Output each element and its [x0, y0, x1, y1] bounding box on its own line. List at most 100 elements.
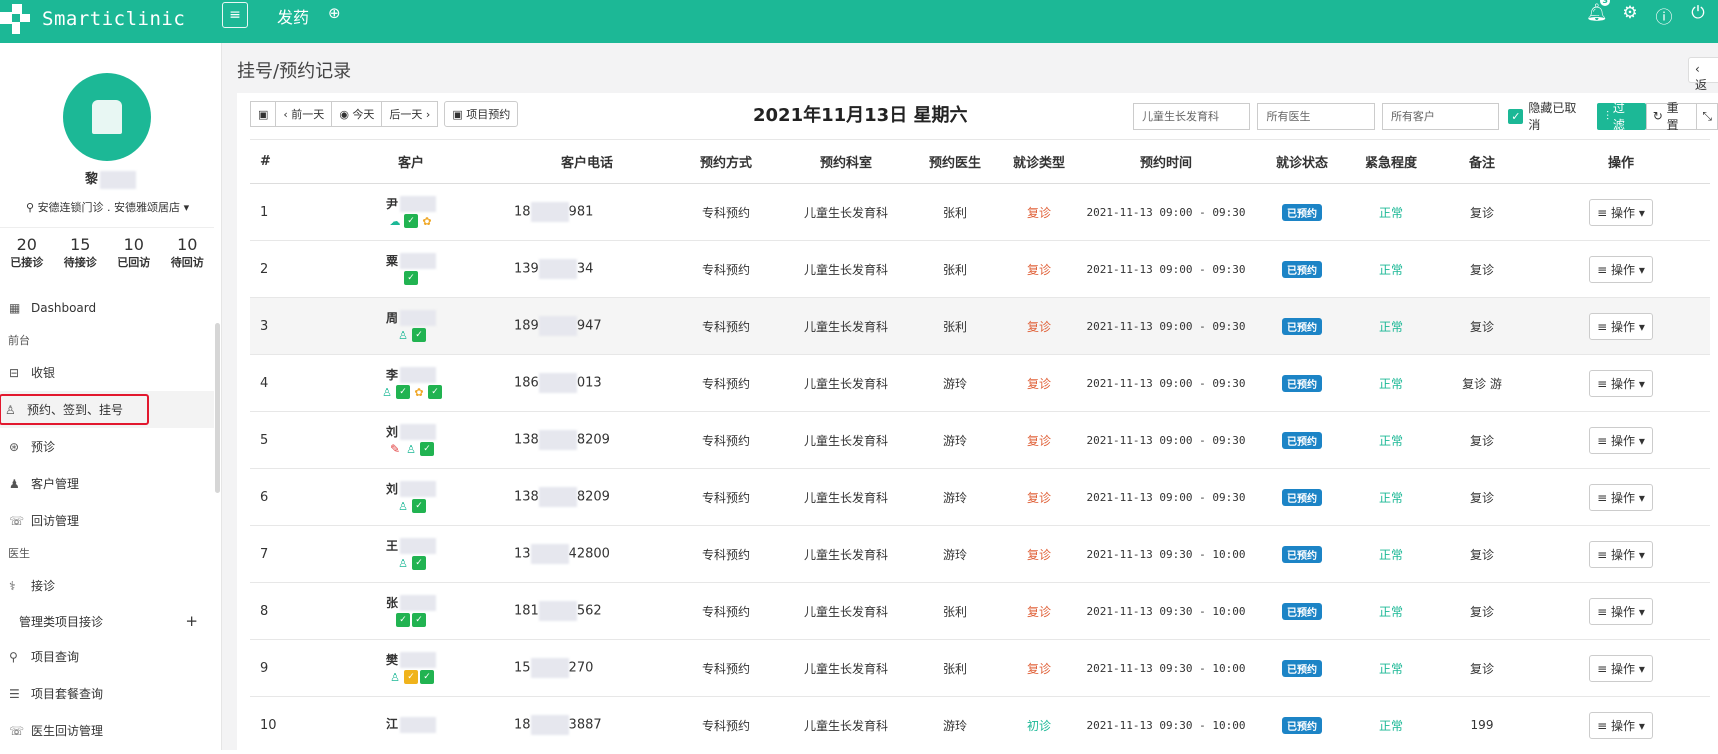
nav-item[interactable]: ⚕ 接诊 — [0, 567, 214, 604]
add-tab-button[interactable]: ⊕ — [328, 4, 341, 22]
table-row[interactable]: 5 刘 ✎ ♙ ✓ 138 8209 专科预约 儿童生长发育科 游玲 复诊 2021-1… — [250, 411, 1710, 469]
table-row[interactable]: 2 粟 ✓ 139 34 专科预约 儿童生长发育科 张利 复诊 2021-11-13… — [250, 240, 1710, 298]
status-badge: 已预约 — [1282, 545, 1322, 563]
expand-button[interactable]: ⤡ — [1697, 102, 1718, 130]
filter-bar: 儿童生长发育科 所有医生 所有客户 ✓ 隐藏已取消 ⫶ 过滤 ↻ 重置 ⤡ — [1133, 99, 1718, 133]
table-row[interactable]: 3 周 ♙ ✓ 189 947 专科预约 儿童生长发育科 张利 复诊 2021-11-… — [250, 297, 1710, 355]
column-header[interactable]: 客户 — [318, 139, 504, 184]
filter-button[interactable]: ⫶ 过滤 — [1597, 101, 1646, 132]
nav-item-active[interactable]: ♙ 预约、签到、挂号 — [0, 391, 214, 428]
today-button[interactable]: ◉ 今天 — [332, 101, 383, 127]
visit-status-cell: 已预约 — [1254, 297, 1350, 355]
calendar-icon: ▣ — [258, 107, 269, 121]
nav-item[interactable]: ⚲ 项目查询 — [0, 638, 214, 675]
table-row[interactable]: 1 尹 ☁ ✓ ✿ 18 981 专科预约 儿童生长发育科 张利 复诊 2021-11-… — [250, 183, 1710, 241]
column-header[interactable]: # — [250, 139, 318, 184]
row-action-dropdown[interactable]: ≡ 操作 ▾ — [1589, 540, 1653, 568]
project-appointment-label: 项目预约 — [466, 108, 511, 121]
appointment-time: 2021-11-13 09:00 - 09:30 — [1078, 297, 1254, 355]
reset-button[interactable]: ↻ 重置 — [1645, 101, 1698, 132]
column-header[interactable]: 紧急程度 — [1350, 139, 1432, 184]
visit-status-cell: 已预约 — [1254, 468, 1350, 526]
row-action-dropdown[interactable]: ≡ 操作 ▾ — [1589, 654, 1653, 682]
phone-suffix: 013 — [576, 375, 602, 391]
next-day-button[interactable]: 后一天 › — [382, 101, 439, 127]
app-logo[interactable]: Smarticlinic — [0, 4, 185, 34]
nav-item[interactable]: ⊛ 预诊 — [0, 428, 214, 465]
nav-item-expandable[interactable]: 管理类项目接诊 + — [0, 604, 214, 638]
department-select[interactable]: 儿童生长发育科 — [1133, 102, 1251, 130]
doctor-select[interactable]: 所有医生 — [1257, 102, 1375, 130]
row-action-dropdown[interactable]: ≡ 操作 ▾ — [1589, 426, 1653, 454]
menu-toggle-button[interactable]: ≡ — [222, 2, 248, 28]
nav-item[interactable]: ☏ 回访管理 — [0, 502, 214, 539]
row-action-dropdown[interactable]: ≡ 操作 ▾ — [1589, 597, 1653, 625]
stat-label: 已接诊 — [10, 256, 44, 269]
appointment-time: 2021-11-13 09:30 - 10:00 — [1078, 582, 1254, 640]
verified-tag-icon: ✓ — [404, 214, 418, 229]
settings-gear-icon[interactable]: ⚙ — [1620, 3, 1640, 28]
customer-select[interactable]: 所有客户 — [1381, 102, 1500, 130]
row-action-dropdown[interactable]: ≡ 操作 ▾ — [1589, 312, 1653, 340]
nav-item[interactable]: ☰ 项目套餐查询 — [0, 675, 214, 712]
customer-cell[interactable]: 江 — [318, 696, 504, 754]
customer-cell[interactable]: 王 ♙ ✓ — [318, 525, 504, 583]
hide-cancelled-checkbox[interactable]: ✓ 隐藏已取消 — [1508, 99, 1588, 133]
hamburger-icon: ≡ — [229, 7, 241, 23]
stat-value: 20 — [16, 235, 37, 254]
table-row[interactable]: 4 李 ♙ ✓ ✿ ✓ 186 013 专科预约 儿童生长发育科 游玲 复诊 2021-1… — [250, 354, 1710, 412]
column-header[interactable]: 预约时间 — [1078, 139, 1254, 184]
column-header[interactable]: 客户电话 — [504, 139, 670, 184]
customer-cell[interactable]: 粟 ✓ — [318, 240, 504, 298]
notification-bell-icon[interactable]: 🔔︎ 3 — [1586, 0, 1610, 28]
table-row[interactable]: 7 王 ♙ ✓ 13 42800 专科预约 儿童生长发育科 游玲 复诊 2021-11… — [250, 525, 1710, 583]
customer-cell[interactable]: 张 ✓ ✓ — [318, 582, 504, 640]
status-badge: 已预约 — [1282, 488, 1322, 506]
column-header[interactable]: 操作 — [1532, 139, 1710, 184]
avatar[interactable] — [63, 73, 151, 161]
nav-item[interactable]: ♟ 客户管理 — [0, 465, 214, 502]
row-action-dropdown[interactable]: ≡ 操作 ▾ — [1589, 483, 1653, 511]
nav-item[interactable]: ⊟ 收银 — [0, 354, 214, 391]
row-number: 10 — [250, 696, 318, 754]
project-appointment-button[interactable]: ▣ 项目预约 — [444, 101, 519, 127]
customer-cell[interactable]: 尹 ☁ ✓ ✿ — [318, 183, 504, 241]
row-action-dropdown[interactable]: ≡ 操作 ▾ — [1589, 711, 1653, 739]
sidebar-scrollbar[interactable] — [215, 323, 220, 493]
customer-cell[interactable]: 刘 ♙ ✓ — [318, 468, 504, 526]
table-row[interactable]: 10 江 18 3887 专科预约 儿童生长发育科 游玲 初诊 2021-11-1… — [250, 696, 1710, 754]
column-header[interactable]: 就诊类型 — [1000, 139, 1078, 184]
column-header[interactable]: 就诊状态 — [1254, 139, 1350, 184]
visit-status-cell: 已预约 — [1254, 183, 1350, 241]
column-header[interactable]: 预约医生 — [910, 139, 1000, 184]
column-header[interactable]: 预约方式 — [670, 139, 782, 184]
nav-item[interactable]: ☏ 医生回访管理 — [0, 712, 214, 749]
package-icon: ☰ — [9, 686, 20, 701]
table-row[interactable]: 6 刘 ♙ ✓ 138 8209 专科预约 儿童生长发育科 游玲 复诊 2021-11… — [250, 468, 1710, 526]
phone-prefix: 139 — [514, 261, 539, 277]
table-row[interactable]: 8 张 ✓ ✓ 181 562 专科预约 儿童生长发育科 张利 复诊 2021-11-… — [250, 582, 1710, 640]
help-icon[interactable]: ⓘ — [1654, 3, 1674, 28]
redacted-block — [530, 658, 569, 678]
visit-stats: 20 已接诊 15 待接诊 10 已回访 10 待回访 — [0, 227, 214, 270]
clinic-location-dropdown[interactable]: ⚲ 安德连锁门诊 . 安德雅颂居店 ▾ — [26, 199, 189, 215]
customer-cell[interactable]: 李 ♙ ✓ ✿ ✓ — [318, 354, 504, 412]
row-action-dropdown[interactable]: ≡ 操作 ▾ — [1589, 198, 1653, 226]
redacted-block — [400, 253, 436, 270]
current-page-tab[interactable]: 发药 — [277, 4, 309, 28]
back-button[interactable]: ‹ 返 — [1688, 57, 1718, 92]
row-action-dropdown[interactable]: ≡ 操作 ▾ — [1589, 369, 1653, 397]
nav-item[interactable]: ▦ Dashboard — [0, 289, 214, 326]
customer-cell[interactable]: 周 ♙ ✓ — [318, 297, 504, 355]
filter-button-label: 过滤 — [1612, 101, 1625, 132]
calendar-button[interactable]: ▣ — [250, 101, 277, 127]
column-header[interactable]: 预约科室 — [782, 139, 910, 184]
column-header[interactable]: 备注 — [1432, 139, 1532, 184]
prev-day-button[interactable]: ‹ 前一天 — [276, 101, 333, 127]
customer-cell[interactable]: 樊 ♙ ✓ ✓ — [318, 639, 504, 697]
row-action-dropdown[interactable]: ≡ 操作 ▾ — [1589, 255, 1653, 283]
customer-cell[interactable]: 刘 ✎ ♙ ✓ — [318, 411, 504, 469]
phone-prefix: 15 — [514, 660, 531, 676]
power-icon[interactable]: ⏻ — [1688, 3, 1708, 28]
table-row[interactable]: 9 樊 ♙ ✓ ✓ 15 270 专科预约 儿童生长发育科 张利 复诊 2021-11-… — [250, 639, 1710, 697]
